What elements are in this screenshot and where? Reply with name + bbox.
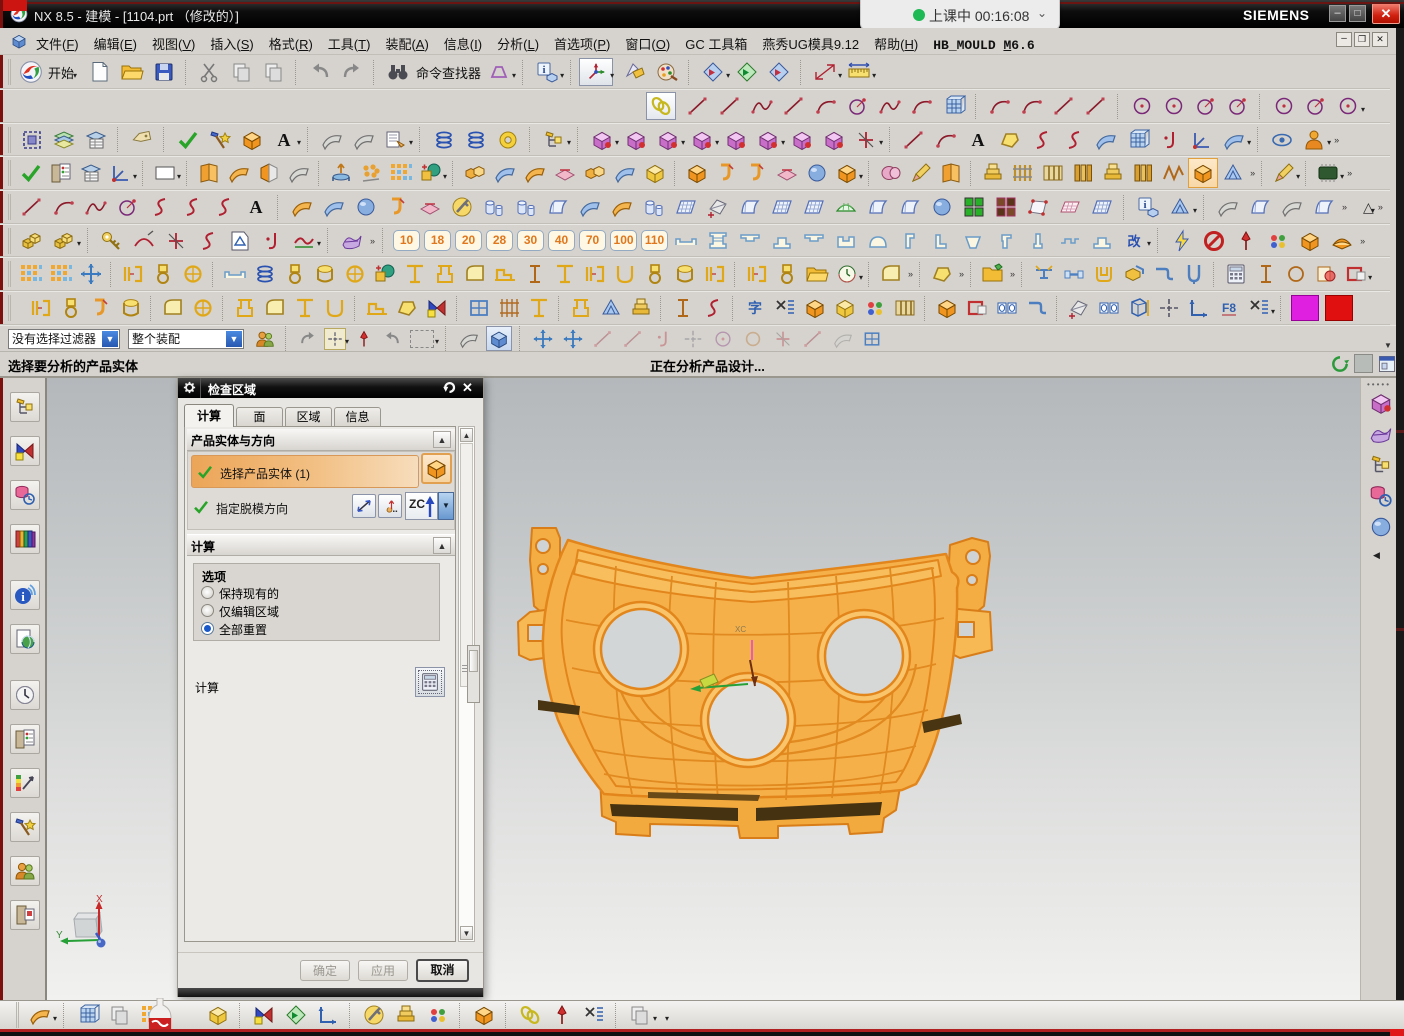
svg-text:Y: Y (56, 930, 63, 941)
svg-text:XC: XC (735, 625, 746, 634)
svg-text:X: X (96, 894, 103, 905)
